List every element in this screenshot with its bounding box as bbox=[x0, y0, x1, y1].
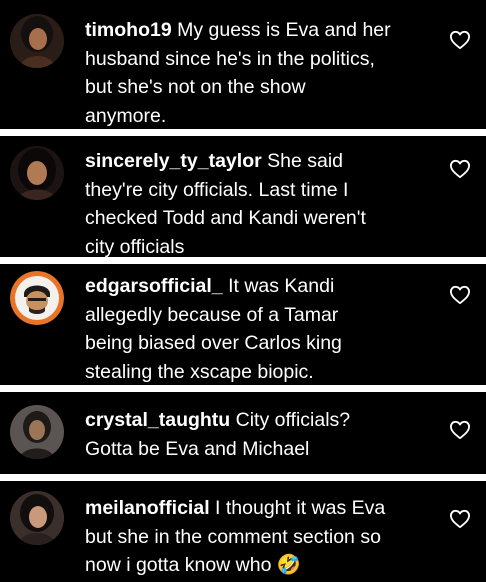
comment-username[interactable]: timoho19 bbox=[85, 19, 172, 41]
comment-card: timoho19 My guess is Eva and her husband… bbox=[0, 0, 486, 129]
comment-text: timoho19 My guess is Eva and her husband… bbox=[85, 16, 435, 130]
heart-outline-icon[interactable] bbox=[449, 285, 471, 305]
heart-outline-icon[interactable] bbox=[449, 30, 471, 50]
comment-username[interactable]: crystal_taughtu bbox=[85, 409, 230, 431]
profile-photo bbox=[10, 146, 64, 200]
profile-photo bbox=[10, 405, 64, 459]
heart-outline-icon[interactable] bbox=[449, 420, 471, 440]
profile-photo bbox=[10, 491, 64, 545]
avatar[interactable] bbox=[10, 146, 64, 200]
comment-text: crystal_taughtu City officials? Gotta be… bbox=[85, 406, 435, 463]
comment-card: meilanofficial I thought it was Eva but … bbox=[0, 481, 486, 582]
avatar[interactable] bbox=[10, 405, 64, 459]
profile-photo bbox=[10, 271, 64, 325]
avatar[interactable] bbox=[10, 491, 64, 545]
profile-photo bbox=[10, 14, 64, 68]
avatar[interactable] bbox=[10, 14, 64, 68]
comment-card: sincerely_ty_taylor She said they're cit… bbox=[0, 136, 486, 258]
comment-card: edgarsofficial_ It was Kandi allegedly b… bbox=[0, 264, 486, 385]
comment-username[interactable]: sincerely_ty_taylor bbox=[85, 150, 262, 172]
comment-text: edgarsofficial_ It was Kandi allegedly b… bbox=[85, 272, 435, 386]
comment-card: crystal_taughtu City officials? Gotta be… bbox=[0, 392, 486, 474]
heart-outline-icon[interactable] bbox=[449, 509, 471, 529]
comment-text: meilanofficial I thought it was Eva but … bbox=[85, 494, 435, 580]
heart-outline-icon[interactable] bbox=[449, 159, 471, 179]
comment-username[interactable]: meilanofficial bbox=[85, 497, 210, 519]
avatar[interactable] bbox=[10, 271, 64, 325]
comment-text: sincerely_ty_taylor She said they're cit… bbox=[85, 147, 435, 261]
comment-username[interactable]: edgarsofficial_ bbox=[85, 275, 223, 297]
